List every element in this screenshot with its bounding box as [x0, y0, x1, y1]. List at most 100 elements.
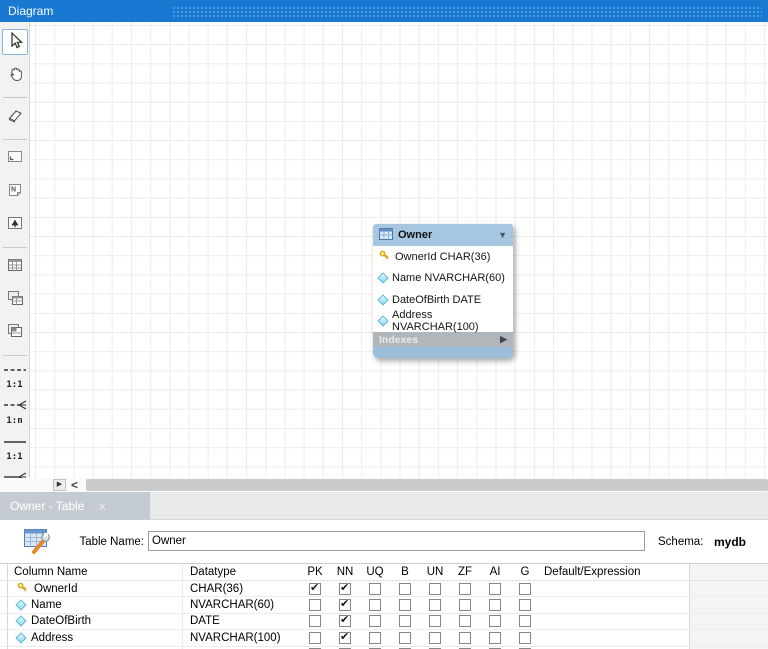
indexes-label: Indexes — [379, 334, 418, 346]
grid-row[interactable]: AddressNVARCHAR(100) — [0, 630, 768, 646]
figure-indexes-section[interactable]: Indexes ▶ — [373, 332, 513, 347]
checkbox-b[interactable] — [399, 615, 411, 627]
view-icon — [5, 288, 25, 313]
checkbox-pk[interactable] — [309, 632, 321, 644]
checkbox-nn[interactable] — [339, 583, 351, 595]
figure-column-row[interactable]: Address NVARCHAR(100) — [373, 311, 513, 333]
layer-icon — [5, 147, 25, 172]
cursor-arrow-icon — [5, 30, 25, 55]
table-icon — [379, 228, 393, 243]
image-icon — [5, 213, 25, 238]
grid-header-default-expression: Default/Expression — [540, 564, 690, 580]
select-tool-button[interactable] — [2, 29, 28, 55]
columns-grid: Column NameDatatypePKNNUQBUNZFAIGDefault… — [0, 563, 768, 649]
panel-toggle-button[interactable]: ▶ — [53, 479, 66, 491]
grid-cell-default-expression[interactable] — [540, 630, 690, 645]
checkbox-ai[interactable] — [489, 583, 501, 595]
scroll-left-icon: < — [71, 478, 78, 492]
rel-1n-nonidentifying-tool-button[interactable]: 1:n — [1, 398, 29, 426]
eraser-tool-button[interactable] — [2, 104, 28, 130]
grid-header-b: B — [390, 566, 420, 578]
checkbox-pk[interactable] — [309, 583, 321, 595]
collapse-caret-icon[interactable]: ▼ — [498, 230, 507, 240]
checkbox-b[interactable] — [399, 583, 411, 595]
scroll-left-button[interactable]: < — [71, 478, 78, 492]
image-tool-button[interactable] — [2, 212, 28, 238]
checkbox-g[interactable] — [519, 615, 531, 627]
rel-tool-label: 1:n — [6, 416, 22, 426]
view-tool-button[interactable] — [2, 287, 28, 313]
table-name-input[interactable] — [148, 531, 645, 551]
figure-table-name: Owner — [398, 229, 432, 241]
checkbox-un[interactable] — [429, 632, 441, 644]
hscrollbar-thumb[interactable] — [86, 479, 768, 491]
rel-tool-label: 1:1 — [6, 452, 22, 462]
checkbox-ai[interactable] — [489, 632, 501, 644]
toolbar-separator — [3, 139, 27, 140]
checkbox-un[interactable] — [429, 615, 441, 627]
figure-header[interactable]: Owner ▼ — [373, 224, 513, 246]
checkbox-nn[interactable] — [339, 599, 351, 611]
checkbox-nn[interactable] — [339, 632, 351, 644]
checkbox-uq[interactable] — [369, 599, 381, 611]
owner-table-figure[interactable]: Owner ▼ OwnerId CHAR(36) Name NVARCHAR(60… — [373, 224, 513, 358]
routine-group-tool-button[interactable] — [2, 320, 28, 346]
checkbox-zf[interactable] — [459, 599, 471, 611]
grid-cell-datatype: NVARCHAR(60) — [183, 599, 300, 611]
column-diamond-icon — [15, 599, 26, 610]
checkbox-g[interactable] — [519, 632, 531, 644]
checkbox-zf[interactable] — [459, 632, 471, 644]
expand-arrow-icon[interactable]: ▶ — [500, 334, 507, 345]
canvas-hscrollbar: ▶ < — [0, 478, 768, 492]
grid-row[interactable]: DateOfBirthDATE — [0, 614, 768, 630]
rel-11-identifying-tool-button[interactable]: 1:1 — [1, 434, 29, 462]
column-diamond-icon — [377, 316, 388, 327]
grid-cell-column-name: DateOfBirth — [31, 615, 91, 627]
checkbox-nn[interactable] — [339, 615, 351, 627]
checkbox-zf[interactable] — [459, 583, 471, 595]
checkbox-g[interactable] — [519, 583, 531, 595]
figure-columns: OwnerId CHAR(36) Name NVARCHAR(60)DateOfB… — [373, 246, 513, 332]
checkbox-pk[interactable] — [309, 615, 321, 627]
checkbox-uq[interactable] — [369, 583, 381, 595]
columns-grid-rows: OwnerIdCHAR(36)NameNVARCHAR(60)DateOfBir… — [0, 581, 768, 649]
grid-row[interactable]: NameNVARCHAR(60) — [0, 597, 768, 613]
table-tool-button[interactable] — [2, 254, 28, 280]
rel-11-nonidentifying-tool-button[interactable]: 1:1 — [1, 362, 29, 390]
checkbox-un[interactable] — [429, 599, 441, 611]
note-tool-button[interactable]: N — [2, 179, 28, 205]
tab-owner-table[interactable]: Owner - Table × — [0, 492, 150, 520]
checkbox-ai[interactable] — [489, 599, 501, 611]
grid-row[interactable]: OwnerIdCHAR(36) — [0, 581, 768, 597]
layer-tool-button[interactable] — [2, 146, 28, 172]
checkbox-zf[interactable] — [459, 615, 471, 627]
checkbox-g[interactable] — [519, 599, 531, 611]
tab-close-icon[interactable]: × — [98, 500, 106, 513]
figure-column-row[interactable]: OwnerId CHAR(36) — [373, 246, 513, 268]
grid-cell-datatype: CHAR(36) — [183, 583, 300, 595]
pan-tool-button[interactable] — [2, 62, 28, 88]
figure-column-row[interactable]: DateOfBirth DATE — [373, 289, 513, 311]
primary-key-icon — [17, 582, 28, 596]
diagram-titlebar: Diagram — [0, 0, 768, 22]
checkbox-uq[interactable] — [369, 632, 381, 644]
figure-column-row[interactable]: Name NVARCHAR(60) — [373, 268, 513, 290]
checkbox-ai[interactable] — [489, 615, 501, 627]
table-grid-icon — [5, 255, 25, 280]
editor-tabbar: Owner - Table × — [0, 492, 768, 520]
grid-cell-default-expression[interactable] — [540, 614, 690, 629]
checkbox-uq[interactable] — [369, 615, 381, 627]
checkbox-b[interactable] — [399, 632, 411, 644]
checkbox-b[interactable] — [399, 599, 411, 611]
checkbox-pk[interactable] — [309, 599, 321, 611]
grid-cell-default-expression[interactable] — [540, 581, 690, 596]
column-diamond-icon — [377, 273, 388, 284]
grid-header-ai: AI — [480, 566, 510, 578]
figure-column-label: Address NVARCHAR(100) — [392, 309, 513, 333]
checkbox-un[interactable] — [429, 583, 441, 595]
diagram-canvas[interactable]: Owner ▼ OwnerId CHAR(36) Name NVARCHAR(60… — [30, 22, 768, 478]
grid-cell-default-expression[interactable] — [540, 597, 690, 612]
grid-header-datatype: Datatype — [183, 566, 300, 578]
figure-column-label: OwnerId CHAR(36) — [395, 251, 490, 263]
diagram-title: Diagram — [8, 4, 53, 18]
